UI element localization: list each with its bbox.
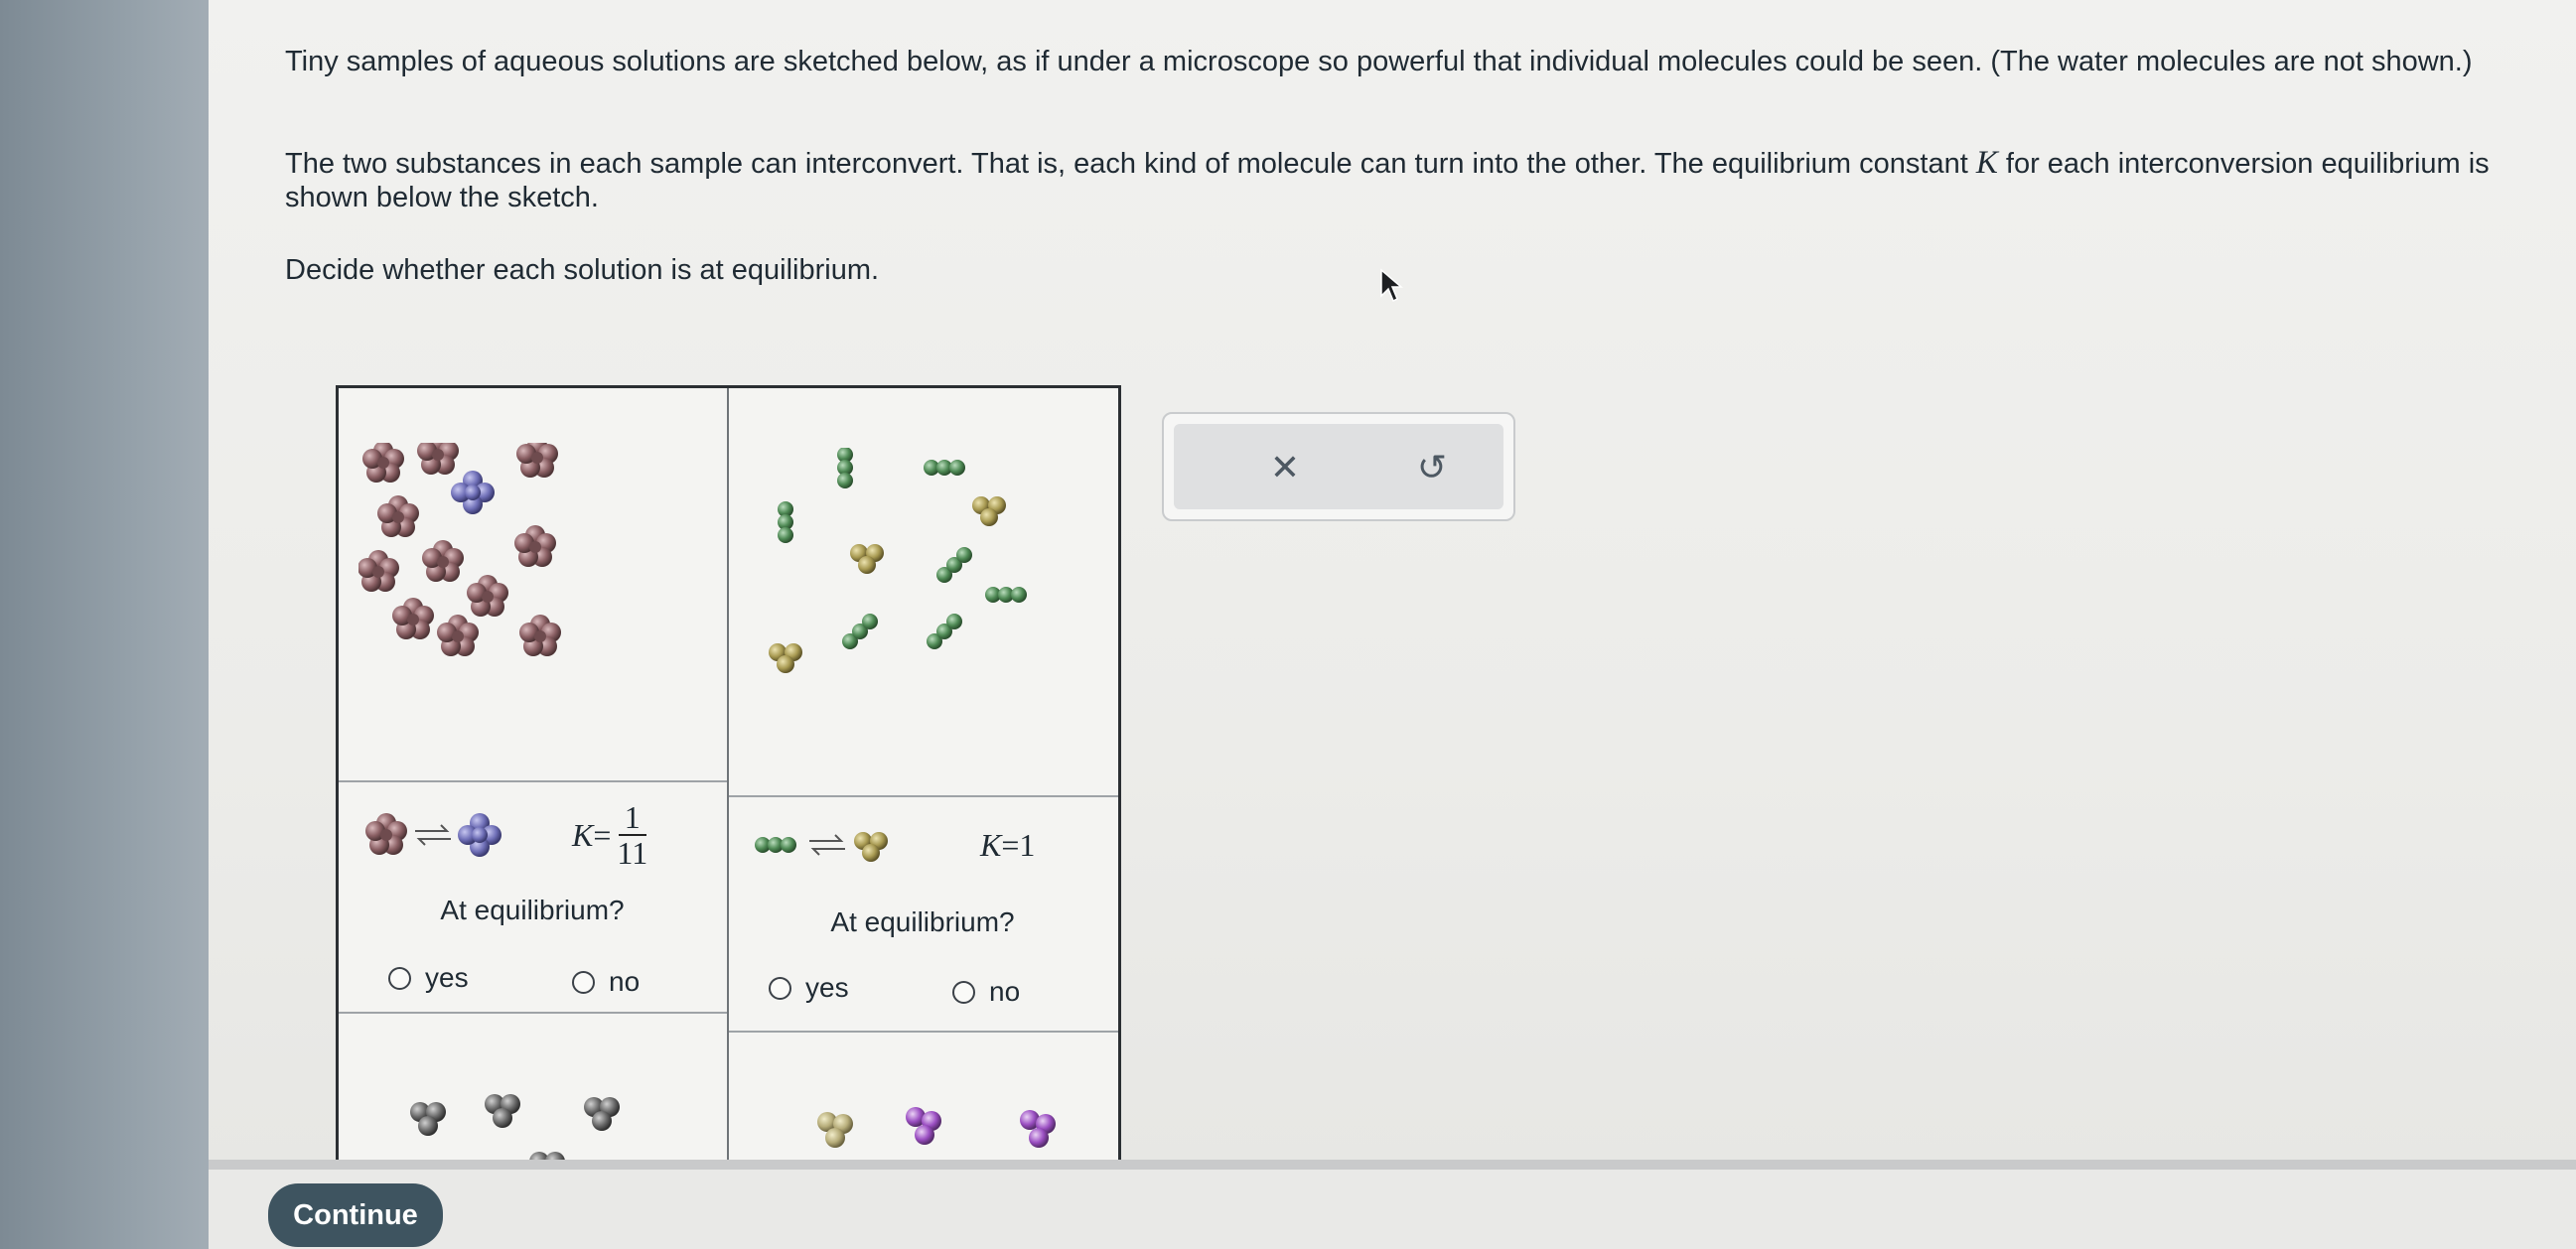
sample-1-no-radio[interactable]: no: [572, 966, 640, 998]
footer-divider: [209, 1160, 2576, 1170]
monitor-bezel: [0, 0, 223, 1249]
close-icon[interactable]: ✕: [1263, 446, 1307, 489]
sample-1-equation: K = 1 11: [363, 795, 721, 875]
sample-2-no-radio[interactable]: no: [952, 976, 1020, 1008]
table-divider: [729, 1031, 1118, 1033]
reactant-molecule-icon: [755, 837, 796, 853]
sample-1-sketch: [358, 433, 706, 761]
instructions-paragraph-1: Tiny samples of aqueous solutions are sk…: [285, 46, 2473, 77]
sample-2-yes-radio[interactable]: yes: [769, 972, 849, 1004]
toolbar-inner: ✕ ↺: [1174, 424, 1503, 509]
mouse-cursor-icon: [1380, 268, 1403, 303]
answer-toolbar: ✕ ↺: [1162, 412, 1515, 521]
samples-table: K = 1 11 K = 1 At equilibrium? At equilibriu…: [336, 385, 1121, 1201]
radio-circle-icon: [388, 966, 411, 990]
table-divider: [339, 1012, 727, 1014]
radio-circle-icon: [572, 970, 595, 994]
radio-circle-icon: [952, 980, 975, 1004]
radio-circle-icon: [769, 976, 791, 1000]
footer: [209, 1170, 2576, 1249]
sample-2-k-value: K = 1: [980, 826, 1036, 863]
equilibrium-arrows-icon: [415, 824, 451, 846]
product-molecule-icon: [854, 832, 888, 862]
table-divider: [339, 780, 727, 782]
sample-2-question: At equilibrium?: [830, 906, 1015, 937]
sample-2-equation: K = 1: [748, 815, 1115, 875]
sample-1-k-value: K = 1 11: [572, 799, 648, 871]
continue-button[interactable]: Continue: [268, 1183, 443, 1247]
instructions-paragraph-2: The two substances in each sample can in…: [285, 145, 2490, 213]
table-divider: [727, 388, 729, 1182]
undo-icon[interactable]: ↺: [1410, 446, 1454, 489]
instructions-paragraph-3: Decide whether each solution is at equil…: [285, 254, 880, 286]
reactant-molecule-icon: [365, 813, 407, 855]
equilibrium-arrows-icon: [809, 834, 845, 856]
sample-1-yes-radio[interactable]: yes: [388, 962, 469, 994]
product-molecule-icon: [458, 813, 501, 857]
sample-2-sketch: [746, 447, 1103, 765]
sample-1-question: At equilibrium?: [440, 895, 625, 925]
table-divider: [729, 795, 1118, 797]
